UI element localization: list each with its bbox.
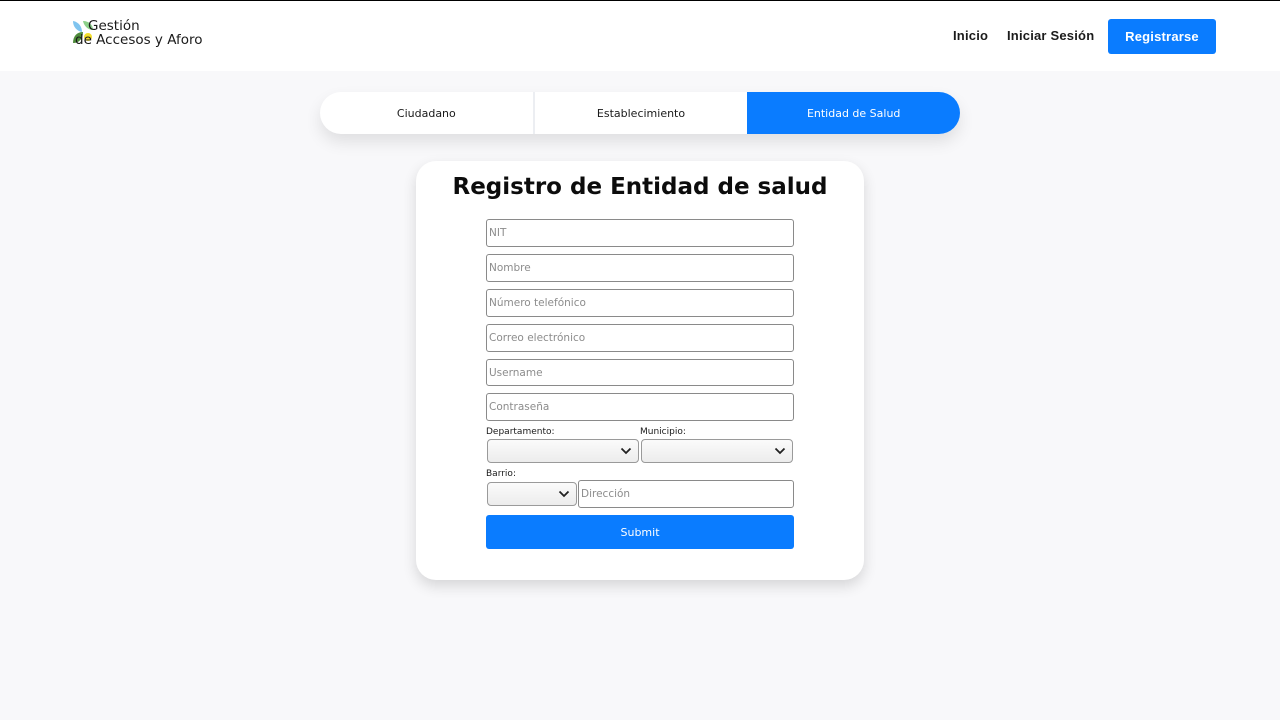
chevron-down-icon (620, 447, 632, 455)
nav-login-link[interactable]: Iniciar Sesión (1007, 28, 1094, 43)
departamento-label: Departamento: (486, 427, 555, 437)
password-input[interactable] (486, 393, 794, 421)
chevron-down-icon (774, 447, 786, 455)
navbar: Gestión de Accesos y Aforo Inicio Inicia… (0, 0, 1280, 71)
form-title: Registro de Entidad de salud (452, 174, 828, 200)
direccion-input[interactable] (578, 480, 794, 508)
tab-establecimiento[interactable]: Establecimiento (532, 92, 748, 134)
email-input[interactable] (486, 324, 794, 352)
municipio-select[interactable] (641, 439, 793, 463)
nombre-input[interactable] (486, 254, 794, 282)
tab-ciudadano[interactable]: Ciudadano (320, 92, 533, 134)
username-input[interactable] (486, 359, 794, 386)
nav-home-link[interactable]: Inicio (953, 28, 988, 43)
barrio-label: Barrio: (486, 469, 516, 479)
municipio-label: Municipio: (640, 427, 686, 437)
user-type-tabs: Ciudadano Establecimiento Entidad de Sal… (320, 92, 961, 134)
submit-button[interactable]: Submit (486, 515, 794, 549)
logo-text: Gestión de Accesos y Aforo (75, 19, 203, 47)
logo-line-2: de Accesos y Aforo (75, 32, 203, 48)
nit-input[interactable] (486, 219, 794, 247)
phone-input[interactable] (486, 289, 794, 317)
chevron-down-icon (558, 490, 570, 498)
register-button[interactable]: Registrarse (1108, 19, 1216, 54)
departamento-select[interactable] (487, 439, 639, 463)
tab-entidad-de-salud[interactable]: Entidad de Salud (747, 92, 961, 134)
site-logo[interactable]: Gestión de Accesos y Aforo (71, 19, 211, 53)
barrio-select[interactable] (487, 482, 577, 506)
logo-line-1: Gestión (88, 18, 140, 34)
